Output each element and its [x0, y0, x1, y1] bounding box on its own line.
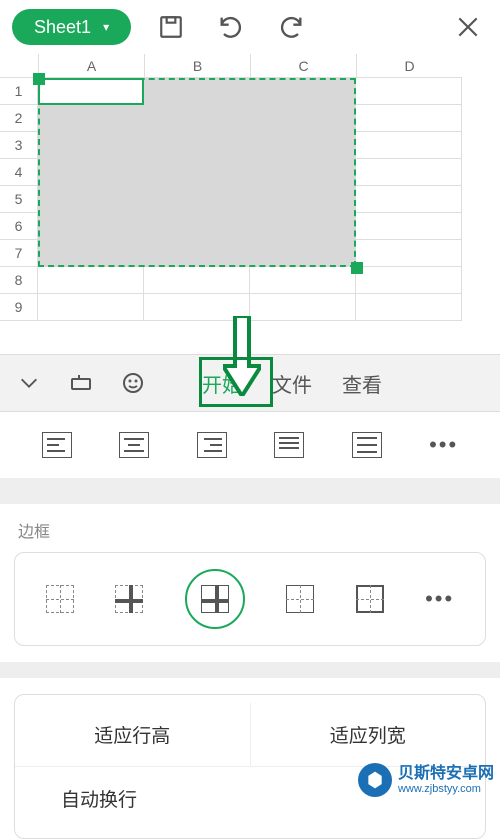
tab-view[interactable]: 查看: [336, 365, 388, 402]
sheet-tab-button[interactable]: Sheet1 ▾: [12, 9, 131, 45]
col-header-a[interactable]: A: [38, 54, 144, 78]
row-header[interactable]: 9: [0, 294, 38, 321]
save-button[interactable]: [151, 7, 191, 47]
watermark-logo-icon: [358, 763, 392, 797]
fit-row-height-button[interactable]: 适应行高: [15, 703, 251, 766]
selection-border: [38, 78, 356, 267]
keyboard-icon: [69, 371, 93, 395]
row-header[interactable]: 5: [0, 186, 38, 213]
align-middle-button[interactable]: [352, 432, 382, 458]
undo-button[interactable]: [211, 7, 251, 47]
spreadsheet-grid[interactable]: A B C D 1 2 3 4 5 6 7 8 9: [0, 54, 500, 354]
assistant-button[interactable]: [116, 366, 150, 400]
row-header[interactable]: 2: [0, 105, 38, 132]
border-inside-button[interactable]: [115, 585, 143, 613]
row-header[interactable]: 6: [0, 213, 38, 240]
more-align-button[interactable]: •••: [429, 432, 458, 458]
border-thick-button[interactable]: [356, 585, 384, 613]
border-outside-button[interactable]: [286, 585, 314, 613]
selection-handle-br[interactable]: [351, 262, 363, 274]
tab-file[interactable]: 文件: [266, 365, 318, 402]
align-center-button[interactable]: [119, 432, 149, 458]
align-top-button[interactable]: [274, 432, 304, 458]
col-header-d[interactable]: D: [356, 54, 462, 78]
top-toolbar: Sheet1 ▾: [0, 0, 500, 54]
fit-col-width-button[interactable]: 适应列宽: [251, 703, 486, 766]
alignment-toolbar: •••: [0, 412, 500, 488]
chevron-down-icon: ▾: [103, 20, 109, 34]
border-toolbar: •••: [14, 552, 486, 646]
chevron-down-icon: [18, 372, 40, 394]
border-section-title: 边框: [0, 504, 500, 552]
close-button[interactable]: [448, 7, 488, 47]
close-icon: [455, 14, 481, 40]
border-all-button[interactable]: [185, 569, 245, 629]
keyboard-button[interactable]: [64, 366, 98, 400]
watermark: 贝斯特安卓网 www.zjbstyy.com: [358, 763, 494, 797]
col-header-c[interactable]: C: [250, 54, 356, 78]
row-header[interactable]: 3: [0, 132, 38, 159]
face-icon: [121, 371, 145, 395]
undo-icon: [217, 13, 245, 41]
redo-button[interactable]: [271, 7, 311, 47]
redo-icon: [277, 13, 305, 41]
border-none-button[interactable]: [46, 585, 74, 613]
annotation-arrow-icon: [223, 316, 261, 396]
align-right-button[interactable]: [197, 432, 227, 458]
align-left-button[interactable]: [42, 432, 72, 458]
row-header[interactable]: 4: [0, 159, 38, 186]
save-icon: [158, 14, 184, 40]
watermark-url: www.zjbstyy.com: [398, 783, 494, 795]
selection-handle-tl[interactable]: [33, 73, 45, 85]
col-header-b[interactable]: B: [144, 54, 250, 78]
collapse-panel-button[interactable]: [12, 366, 46, 400]
column-headers: A B C D: [0, 54, 500, 78]
active-cell: [38, 78, 144, 105]
sheet-name: Sheet1: [34, 17, 91, 38]
row-header[interactable]: 8: [0, 267, 38, 294]
more-border-button[interactable]: •••: [425, 586, 454, 612]
row-header[interactable]: 7: [0, 240, 38, 267]
watermark-name: 贝斯特安卓网: [398, 765, 494, 783]
